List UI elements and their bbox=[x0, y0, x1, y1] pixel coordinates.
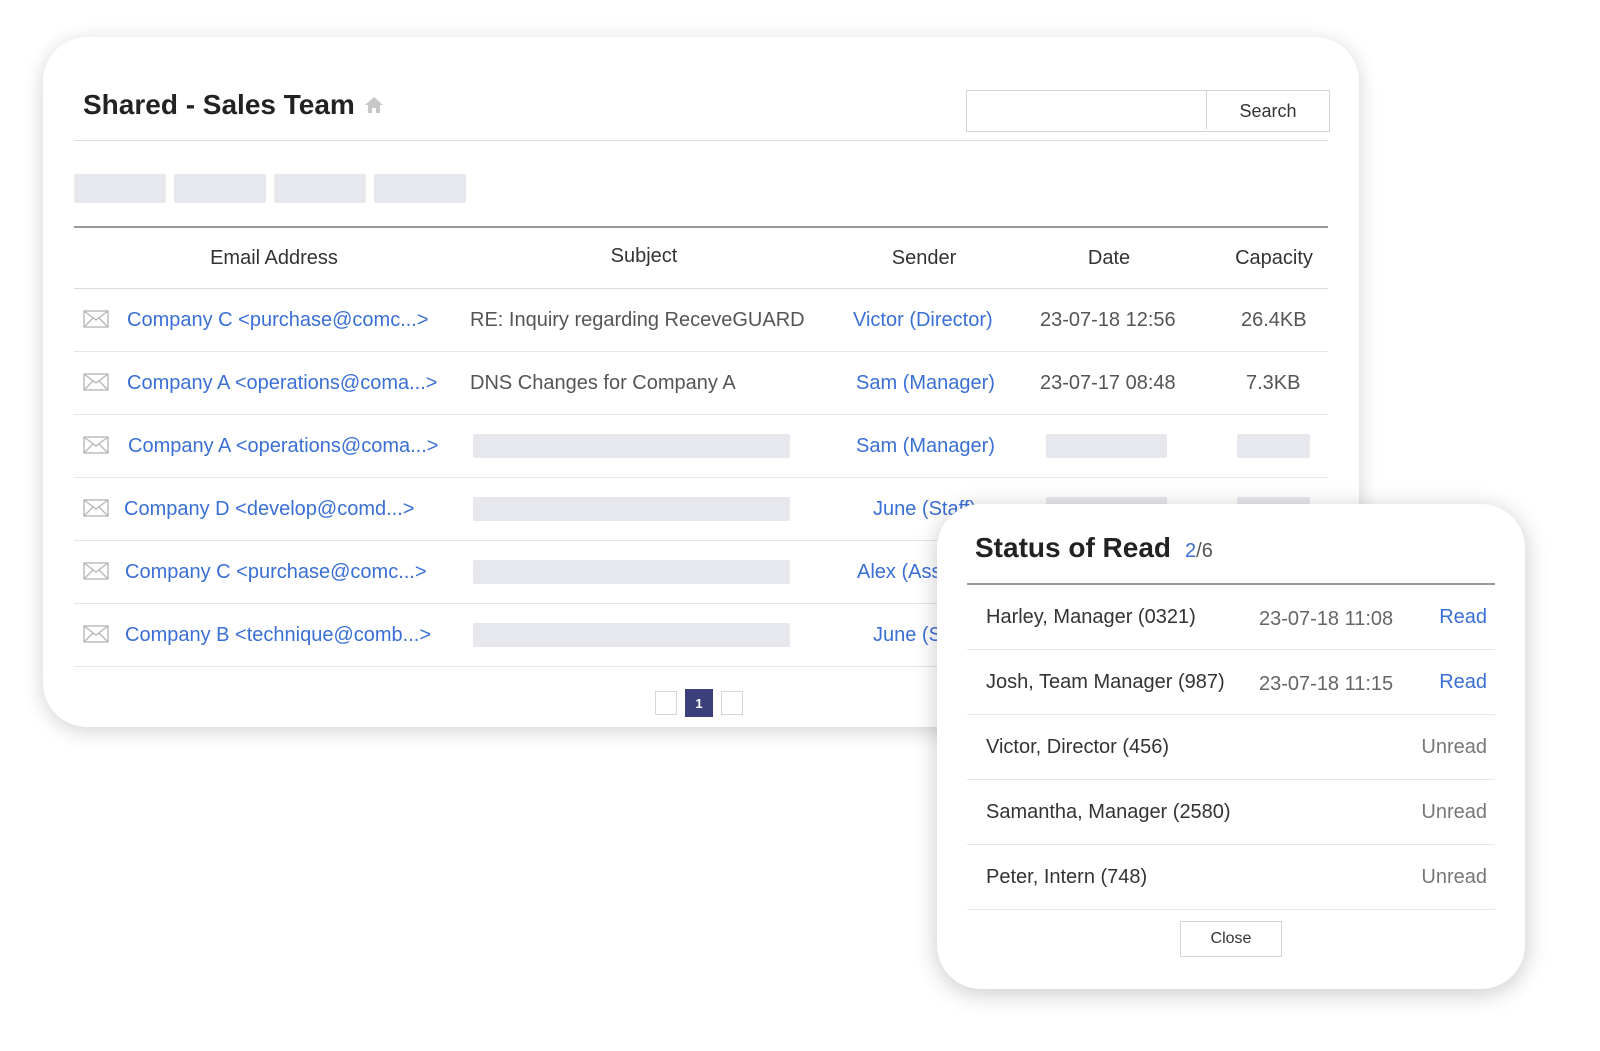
col-date[interactable]: Date bbox=[1064, 247, 1154, 270]
tab-3[interactable] bbox=[274, 174, 366, 203]
read-count-total: /6 bbox=[1196, 540, 1213, 562]
email-address-link[interactable]: Company C <purchase@comc...> bbox=[127, 289, 429, 351]
subject-placeholder bbox=[473, 497, 790, 521]
table-row[interactable]: Company C <purchase@comc...> RE: Inquiry… bbox=[74, 289, 1328, 352]
dialog-title: Status of Read 2/6 bbox=[975, 532, 1213, 564]
subject-placeholder bbox=[473, 623, 790, 647]
capacity-text: 7.3KB bbox=[1246, 372, 1301, 394]
email-address-link[interactable]: Company B <technique@comb...> bbox=[125, 604, 431, 666]
read-status: Unread bbox=[1421, 736, 1487, 758]
prev-page-button[interactable] bbox=[655, 691, 677, 715]
email-address-link[interactable]: Company A <operations@coma...> bbox=[127, 352, 437, 414]
read-count-value: 2 bbox=[1185, 540, 1197, 562]
read-status-list: Harley, Manager (0321) 23-07-18 11:08 Re… bbox=[967, 585, 1495, 910]
capacity-text: 26.4KB bbox=[1241, 309, 1307, 331]
sender-link[interactable]: Sam (Manager) bbox=[856, 352, 995, 414]
mail-icon bbox=[83, 310, 109, 328]
col-email-address[interactable]: Email Address bbox=[189, 247, 359, 270]
col-sender[interactable]: Sender bbox=[874, 247, 974, 270]
subject-placeholder bbox=[473, 560, 790, 584]
read-status: Read bbox=[1439, 671, 1487, 693]
date-placeholder bbox=[1046, 434, 1167, 458]
date-text: 23-07-17 08:48 bbox=[1040, 372, 1176, 394]
dialog-title-text: Status of Read bbox=[975, 532, 1172, 563]
mail-icon bbox=[83, 436, 109, 454]
status-of-read-dialog: Status of Read 2/6 Harley, Manager (0321… bbox=[937, 504, 1525, 989]
header-divider bbox=[74, 140, 1328, 141]
pagination: 1 bbox=[655, 689, 743, 717]
read-time: 23-07-18 11:15 bbox=[1259, 673, 1394, 695]
tab-1[interactable] bbox=[74, 174, 166, 203]
email-address-link[interactable]: Company D <develop@comd...> bbox=[124, 478, 414, 540]
recipient-name: Victor, Director (456) bbox=[986, 736, 1170, 758]
home-icon[interactable] bbox=[363, 95, 385, 115]
table-row[interactable]: Company A <operations@coma...> Sam (Mana… bbox=[74, 415, 1328, 478]
tab-2[interactable] bbox=[174, 174, 266, 203]
table-row[interactable]: Company A <operations@coma...> DNS Chang… bbox=[74, 352, 1328, 415]
email-address-link[interactable]: Company A <operations@coma...> bbox=[128, 415, 438, 477]
search-button[interactable]: Search bbox=[1207, 91, 1329, 131]
date-text: 23-07-18 12:56 bbox=[1040, 309, 1176, 331]
read-status: Read bbox=[1439, 606, 1487, 628]
sender-link[interactable]: Alex (Ass bbox=[857, 541, 941, 603]
page-number-button[interactable]: 1 bbox=[685, 689, 713, 717]
recipient-name: Samantha, Manager (2580) bbox=[986, 801, 1231, 823]
mail-icon bbox=[83, 499, 109, 517]
list-item: Peter, Intern (748) Unread bbox=[967, 845, 1495, 910]
capacity-placeholder bbox=[1237, 434, 1310, 458]
read-count: 2/6 bbox=[1185, 540, 1213, 563]
list-item: Victor, Director (456) Unread bbox=[967, 715, 1495, 780]
col-subject[interactable]: Subject bbox=[594, 245, 694, 268]
table-header: Email Address Subject Sender Date Capaci… bbox=[74, 227, 1328, 289]
mail-icon bbox=[83, 562, 109, 580]
list-item: Josh, Team Manager (987) 23-07-18 11:15 … bbox=[967, 650, 1495, 715]
subject-placeholder bbox=[473, 434, 790, 458]
sender-link[interactable]: June (S bbox=[873, 604, 942, 666]
mail-icon bbox=[83, 625, 109, 643]
next-page-button[interactable] bbox=[721, 691, 743, 715]
recipient-name: Peter, Intern (748) bbox=[986, 866, 1148, 888]
page-title-text: Shared - Sales Team bbox=[83, 89, 355, 120]
read-time: 23-07-18 11:08 bbox=[1259, 608, 1394, 630]
col-capacity[interactable]: Capacity bbox=[1224, 247, 1324, 270]
close-button[interactable]: Close bbox=[1180, 921, 1282, 957]
sender-link[interactable]: Victor (Director) bbox=[853, 289, 993, 351]
search-box: Search bbox=[966, 90, 1330, 132]
list-item: Harley, Manager (0321) 23-07-18 11:08 Re… bbox=[967, 585, 1495, 650]
search-input[interactable] bbox=[967, 91, 1207, 129]
page-title: Shared - Sales Team bbox=[83, 89, 385, 121]
tab-bar bbox=[74, 174, 466, 203]
list-item: Samantha, Manager (2580) Unread bbox=[967, 780, 1495, 845]
recipient-name: Josh, Team Manager (987) bbox=[986, 671, 1225, 693]
read-status: Unread bbox=[1421, 866, 1487, 888]
sender-link[interactable]: Sam (Manager) bbox=[856, 415, 995, 477]
email-address-link[interactable]: Company C <purchase@comc...> bbox=[125, 541, 427, 603]
tab-4[interactable] bbox=[374, 174, 466, 203]
subject-text[interactable]: DNS Changes for Company A bbox=[470, 352, 736, 414]
subject-text[interactable]: RE: Inquiry regarding ReceveGUARD bbox=[470, 289, 805, 351]
recipient-name: Harley, Manager (0321) bbox=[986, 606, 1196, 628]
read-status: Unread bbox=[1421, 801, 1487, 823]
mail-icon bbox=[83, 373, 109, 391]
